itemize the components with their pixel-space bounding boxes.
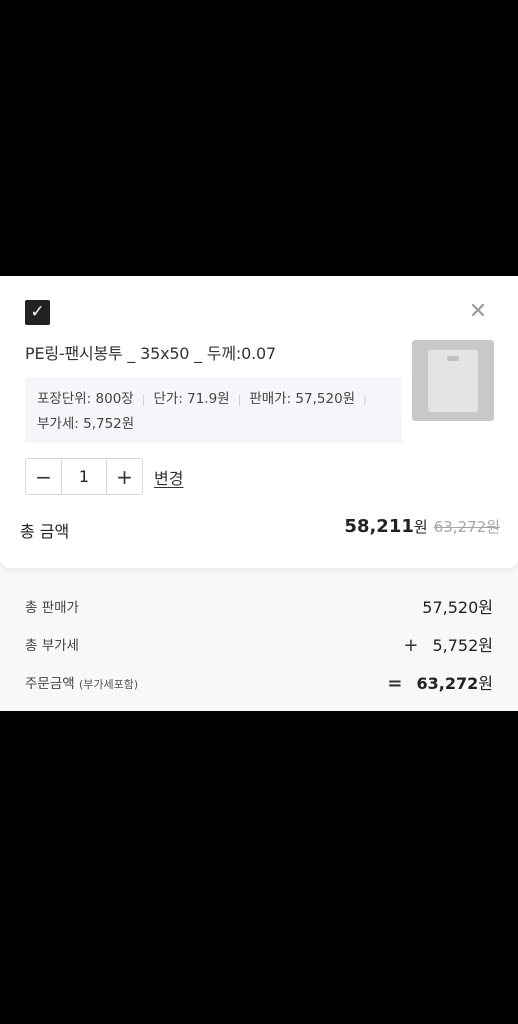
product-thumbnail[interactable] xyxy=(412,340,494,421)
vat-included-note: (부가세포함) xyxy=(78,678,139,691)
check-icon: ✓ xyxy=(30,302,45,322)
bag-handle xyxy=(447,356,459,361)
quantity-input[interactable]: 1 xyxy=(61,459,107,494)
order-total-value: = 63,272원 xyxy=(387,670,493,694)
unit-price: 단가: 71.9원 xyxy=(153,391,230,407)
order-total-label: 주문금액 (부가세포함) xyxy=(25,672,138,692)
divider: | xyxy=(141,393,146,406)
decrease-button[interactable]: − xyxy=(26,459,61,494)
order-total-amount: 63,272 xyxy=(416,674,479,693)
summary-vat-row: 총 부가세 +5,752원 xyxy=(25,632,493,656)
currency-unit: 원 xyxy=(413,518,428,536)
product-info-box: 포장단위: 800장 | 단가: 71.9원 | 판매가: 57,520원 | 부가세: … xyxy=(25,377,402,443)
original-total: 63,272원 xyxy=(433,518,500,536)
vat-total-label: 총 부가세 xyxy=(25,638,79,654)
total-price: 58,211원 63,272원 xyxy=(344,516,500,537)
sale-price: 판매가: 57,520원 xyxy=(249,391,356,407)
order-label-text: 주문금액 xyxy=(25,676,75,692)
info-row-1: 포장단위: 800장 | 단가: 71.9원 | 판매가: 57,520원 | xyxy=(37,387,390,412)
vat-total-amount: 5,752원 xyxy=(432,636,493,655)
plus-icon: + xyxy=(403,635,419,656)
sale-total-value: 57,520원 xyxy=(422,598,493,617)
divider: | xyxy=(363,393,367,406)
info-row-2: 부가세: 5,752원 xyxy=(37,412,390,436)
vat-amount: 부가세: 5,752원 xyxy=(37,416,135,432)
close-icon: ✕ xyxy=(468,299,488,324)
cart-item-card: ✓ ✕ PE링-팬시봉투 _ 35x50 _ 두께:0.07 포장단위: 800… xyxy=(0,276,518,568)
discounted-total: 58,211원 xyxy=(344,516,427,537)
packing-unit: 포장단위: 800장 xyxy=(37,391,134,407)
vat-total-value: +5,752원 xyxy=(403,632,493,656)
quantity-stepper: − 1 + xyxy=(25,458,143,495)
increase-button[interactable]: + xyxy=(107,459,142,494)
summary-sale-row: 총 판매가 57,520원 xyxy=(25,594,493,618)
product-name[interactable]: PE링-팬시봉투 _ 35x50 _ 두께:0.07 xyxy=(25,340,395,364)
summary-order-row: 주문금액 (부가세포함) = 63,272원 xyxy=(25,670,493,694)
total-label: 총 금액 xyxy=(20,522,70,541)
item-checkbox[interactable]: ✓ xyxy=(25,300,50,325)
equals-icon: = xyxy=(387,673,403,694)
cart-panel: ✓ ✕ PE링-팬시봉투 _ 35x50 _ 두께:0.07 포장단위: 800… xyxy=(0,276,518,711)
currency-unit: 원 xyxy=(478,674,493,693)
change-button[interactable]: 변경 xyxy=(154,465,183,489)
discounted-amount: 58,211 xyxy=(344,516,414,537)
remove-item-button[interactable]: ✕ xyxy=(466,300,490,324)
divider: | xyxy=(237,393,242,406)
sale-total-label: 총 판매가 xyxy=(25,600,79,616)
